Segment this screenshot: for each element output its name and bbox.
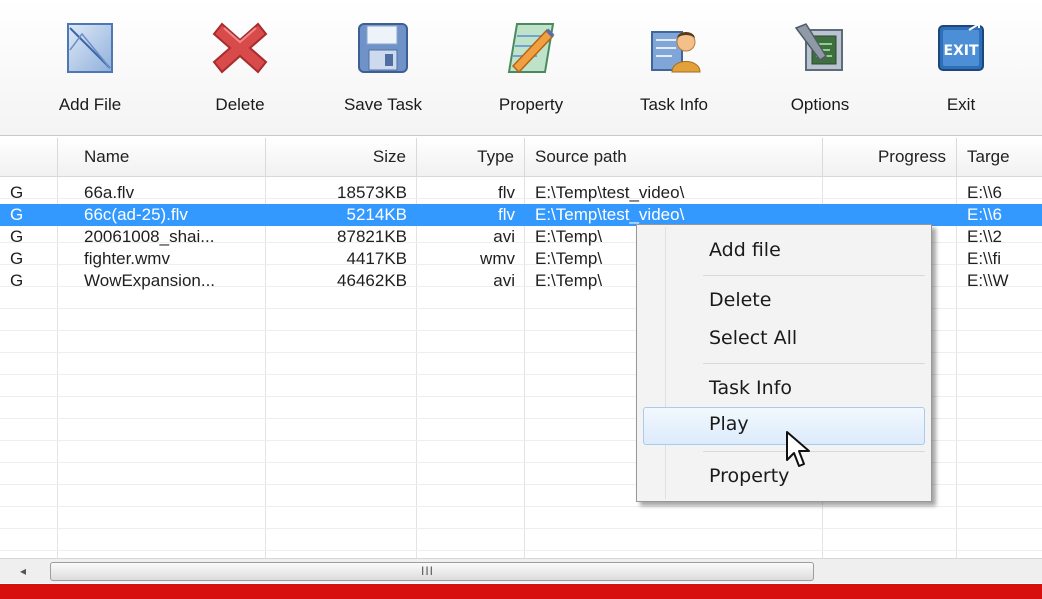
- column-header-flag[interactable]: [0, 138, 58, 176]
- scroll-grip-icon: III: [421, 564, 435, 578]
- save-task-label: Save Task: [343, 95, 423, 114]
- row-source-path: E:\Temp\test_video\: [535, 183, 685, 202]
- row-target: E:\\6: [967, 183, 1002, 202]
- scroll-thumb[interactable]: III: [50, 562, 814, 581]
- context-menu: Add file Delete Select All Task Info Pla…: [636, 224, 932, 502]
- row-size: 4417KB: [346, 249, 408, 268]
- row-flag: G: [10, 227, 24, 246]
- row-target: E:\\6: [967, 205, 1002, 224]
- row-size: 5214KB: [346, 205, 408, 224]
- property-button[interactable]: Property: [480, 0, 582, 135]
- row-source-path: E:\Temp\test_video\: [535, 205, 685, 224]
- row-target: E:\\2: [967, 227, 1002, 246]
- row-target: E:\\fi: [967, 249, 1002, 268]
- row-type: wmv: [480, 249, 515, 268]
- menu-item-delete[interactable]: Delete: [709, 289, 771, 311]
- options-button[interactable]: Options: [774, 0, 866, 135]
- row-flag: G: [10, 271, 24, 290]
- row-name: WowExpansion...: [84, 271, 216, 290]
- mouse-cursor-icon: [786, 431, 810, 467]
- exit-icon: EXIT: [938, 23, 984, 71]
- task-info-button[interactable]: Task Info: [622, 0, 726, 135]
- property-edit-icon: [507, 23, 555, 74]
- add-file-icon: [67, 23, 113, 73]
- status-bar: [0, 584, 1042, 599]
- row-name: fighter.wmv: [84, 249, 170, 268]
- svg-text:EXIT: EXIT: [943, 43, 979, 59]
- menu-item-select-all[interactable]: Select All: [709, 327, 797, 349]
- row-name: 66c(ad-25).flv: [84, 205, 188, 224]
- delete-button[interactable]: Delete: [200, 0, 280, 135]
- menu-item-add-file[interactable]: Add file: [709, 239, 781, 261]
- row-type: avi: [493, 227, 515, 246]
- menu-separator: [703, 275, 925, 276]
- column-header-name[interactable]: Name: [58, 138, 266, 176]
- row-target: E:\\W: [967, 271, 1009, 290]
- add-file-label: Add File: [58, 95, 122, 114]
- row-flag: G: [10, 249, 24, 268]
- property-label: Property: [498, 95, 564, 114]
- row-size: 18573KB: [337, 183, 407, 202]
- scroll-left-icon[interactable]: ◂: [6, 562, 40, 580]
- row-flag: G: [10, 183, 24, 202]
- delete-x-icon: [212, 22, 268, 74]
- floppy-disk-icon: [358, 23, 408, 73]
- exit-label: Exit: [946, 95, 976, 114]
- menu-item-property[interactable]: Property: [709, 465, 789, 487]
- save-task-button[interactable]: Save Task: [322, 0, 444, 135]
- row-progress: [823, 204, 957, 226]
- table-header: Name Size Type Source path Progress Targ…: [0, 138, 1042, 177]
- column-header-progress[interactable]: Progress: [823, 138, 957, 176]
- table-row-selected[interactable]: G 66c(ad-25).flv 5214KB flv E:\Temp\test…: [0, 204, 1042, 226]
- column-header-type[interactable]: Type: [417, 138, 525, 176]
- task-info-icon: [651, 31, 701, 73]
- options-label: Options: [790, 95, 850, 114]
- menu-item-task-info[interactable]: Task Info: [709, 377, 792, 399]
- menu-separator: [703, 451, 925, 452]
- options-tools-icon: [794, 23, 843, 71]
- delete-label: Delete: [215, 95, 265, 114]
- row-size: 46462KB: [337, 271, 407, 290]
- row-type: avi: [493, 271, 515, 290]
- row-name: 20061008_shai...: [84, 227, 215, 246]
- row-type: flv: [498, 183, 515, 202]
- column-header-target[interactable]: Targe: [957, 138, 1042, 176]
- menu-item-highlight: [643, 407, 925, 445]
- row-type: flv: [498, 205, 515, 224]
- menu-separator: [703, 363, 925, 364]
- toolbar: Add File Delete Save Task Property Task …: [0, 0, 1042, 136]
- row-size: 87821KB: [337, 227, 407, 246]
- add-file-button[interactable]: Add File: [42, 0, 138, 135]
- row-name: 66a.flv: [84, 183, 135, 202]
- exit-button[interactable]: EXIT Exit: [922, 0, 1000, 135]
- menu-gutter: [665, 227, 666, 499]
- horizontal-scrollbar[interactable]: ◂ III: [0, 558, 1042, 583]
- task-info-label: Task Info: [639, 95, 709, 114]
- row-progress: [823, 182, 957, 204]
- column-header-size[interactable]: Size: [266, 138, 417, 176]
- menu-item-play[interactable]: Play: [709, 413, 749, 435]
- table-row[interactable]: G 66a.flv 18573KB flv E:\Temp\test_video…: [0, 182, 1042, 204]
- row-flag: G: [10, 205, 24, 224]
- column-header-source-path[interactable]: Source path: [525, 138, 823, 176]
